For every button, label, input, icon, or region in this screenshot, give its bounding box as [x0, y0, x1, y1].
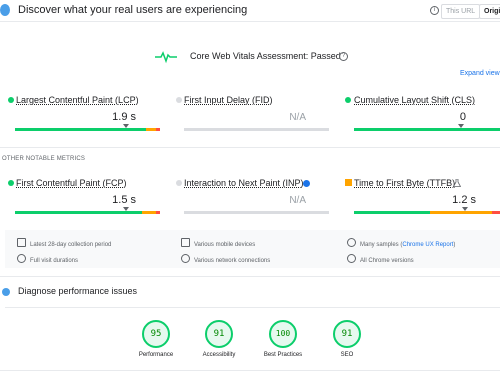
best-practices-score-label: Best Practices [263, 352, 303, 358]
fcp-label[interactable]: First Contentful Paint (FCP) [16, 178, 127, 188]
ttfb-status-square [345, 179, 352, 186]
help-icon[interactable]: ? [339, 52, 348, 61]
wifi-icon [181, 254, 190, 263]
devices-text: Various mobile devices [194, 242, 256, 248]
chrome-icon [347, 254, 356, 263]
cls-label[interactable]: Cumulative Layout Shift (CLS) [354, 95, 475, 105]
fid-distribution-bar [184, 128, 329, 131]
seo-score-gauge[interactable]: 91 [333, 320, 361, 348]
lighthouse-icon [2, 288, 10, 296]
samples-info: Many samples (Chrome UX Report) [347, 238, 455, 248]
cwv-assessment-label: Core Web Vitals Assessment: [190, 51, 309, 61]
header-divider [0, 21, 500, 22]
samples-prefix: Many samples ( [360, 242, 403, 248]
accessibility-score-label: Accessibility [202, 352, 236, 358]
network-text: Various network connections [194, 258, 271, 264]
fcp-value: 1.5 s [112, 194, 136, 206]
lcp-label[interactable]: Largest Contentful Paint (LCP) [16, 95, 139, 105]
lcp-status-dot [8, 97, 14, 103]
metrics-divider [0, 147, 500, 148]
durations-text: Full visit durations [30, 258, 79, 264]
cls-status-dot [345, 97, 351, 103]
diagnose-divider [0, 276, 500, 277]
fid-label[interactable]: First Input Delay (FID) [184, 95, 273, 105]
ttfb-value: 1.2 s [452, 194, 476, 206]
info-icon[interactable]: i [430, 6, 439, 15]
expand-view-link[interactable]: Expand view [460, 70, 500, 77]
cwv-assessment-title: Core Web Vitals Assessment: Passed [190, 51, 341, 61]
bottom-divider [0, 370, 500, 371]
samples-suffix: ) [453, 242, 456, 248]
seo-score-label: SEO [340, 352, 354, 358]
devices-info: Various mobile devices [181, 238, 255, 248]
cwv-assessment-status: Passed [310, 51, 341, 61]
other-metrics-heading: OTHER NOTABLE METRICS [2, 156, 86, 162]
fid-status-dot [176, 97, 182, 103]
this-url-button[interactable]: This URL [441, 4, 481, 19]
lcp-value: 1.9 s [112, 111, 136, 123]
inp-distribution-bar [184, 211, 329, 214]
cls-value: 0 [459, 111, 466, 123]
section-title: Discover what your real users are experi… [18, 4, 248, 16]
versions-info: All Chrome versions [347, 254, 414, 264]
timer-icon [17, 254, 26, 263]
pagespeed-logo-icon [0, 4, 10, 16]
cls-distribution-bar [354, 128, 500, 131]
performance-score-gauge[interactable]: 95 [142, 320, 170, 348]
devices-icon [181, 238, 190, 247]
calendar-icon [17, 238, 26, 247]
experimental-flask-icon [453, 179, 461, 187]
experimental-badge-icon [303, 180, 310, 187]
network-info: Various network connections [181, 254, 270, 264]
collection-period-text: Latest 28-day collection period [30, 242, 112, 248]
fcp-distribution-bar [15, 211, 160, 214]
versions-text: All Chrome versions [360, 258, 414, 264]
vitals-pulse-icon [155, 51, 177, 64]
origin-button[interactable]: Origin [479, 4, 500, 19]
people-icon [347, 238, 356, 247]
diagnose-title: Diagnose performance issues [18, 286, 138, 296]
ttfb-distribution-bar [354, 211, 500, 214]
accessibility-score-gauge[interactable]: 91 [205, 320, 233, 348]
fcp-status-dot [8, 180, 14, 186]
fid-value: N/A [289, 112, 306, 123]
lcp-distribution-bar [15, 128, 160, 131]
best-practices-score-gauge[interactable]: 100 [269, 320, 297, 348]
inp-label[interactable]: Interaction to Next Paint (INP) [184, 178, 304, 188]
chrome-ux-report-link[interactable]: Chrome UX Report [402, 242, 453, 248]
performance-score-label: Performance [138, 352, 174, 358]
durations-info: Full visit durations [17, 254, 78, 264]
inp-value: N/A [289, 195, 306, 206]
inp-status-dot [176, 180, 182, 186]
ttfb-label[interactable]: Time to First Byte (TTFB) [354, 178, 455, 188]
diagnose-title-divider [5, 307, 500, 308]
collection-period-info: Latest 28-day collection period [17, 238, 111, 248]
